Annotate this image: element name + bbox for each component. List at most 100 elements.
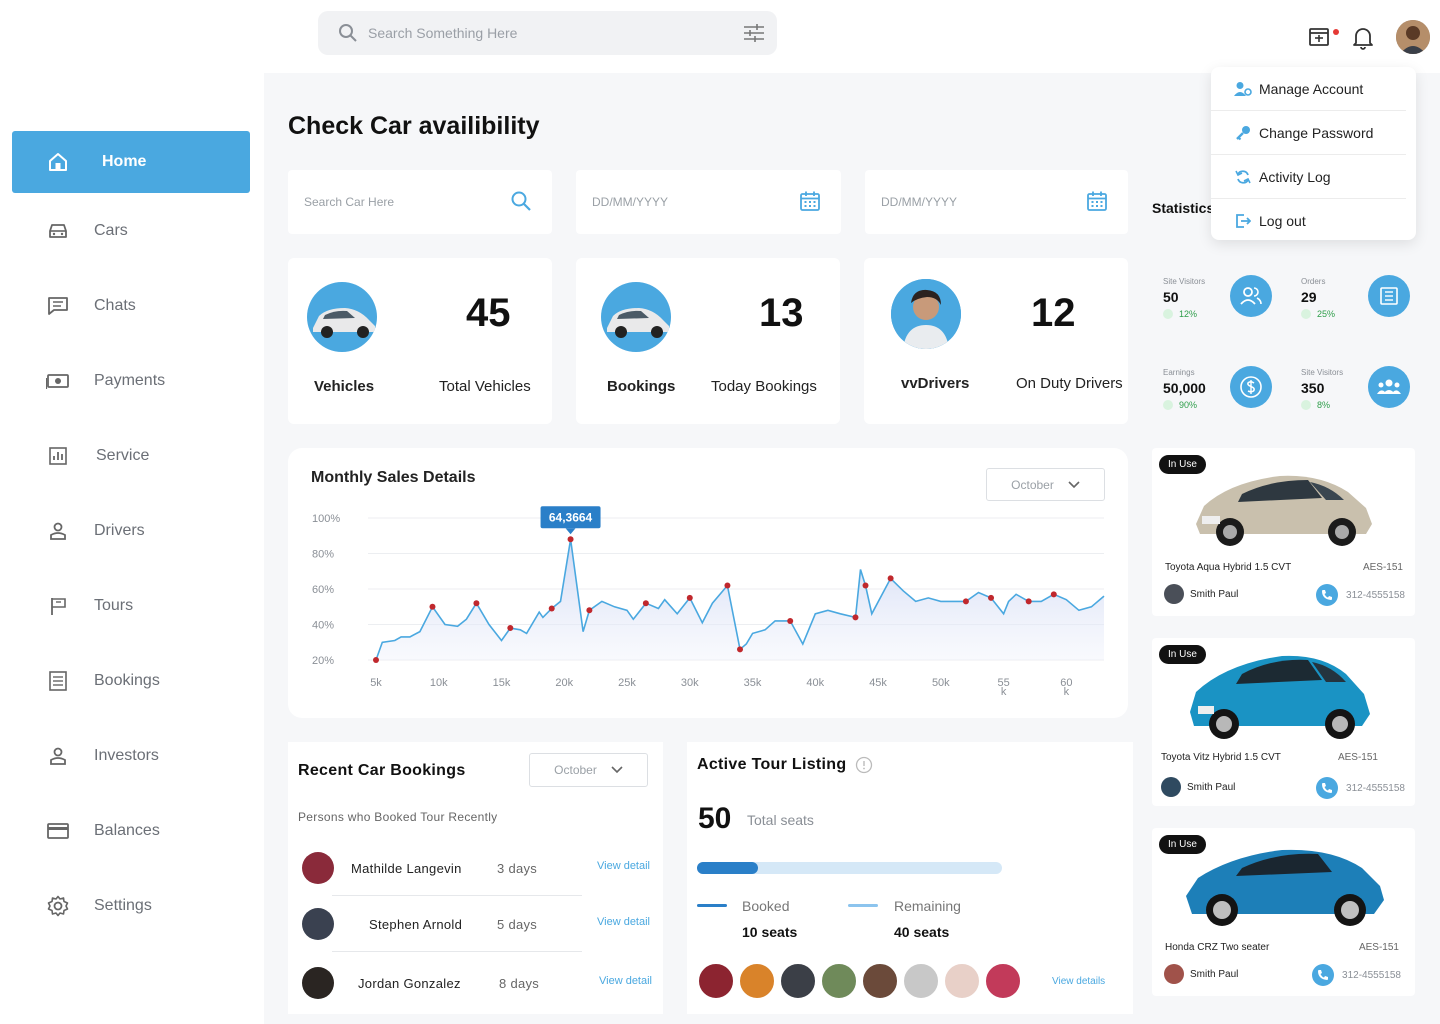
view-details-link[interactable]: View details bbox=[1052, 976, 1105, 987]
calendar-icon[interactable] bbox=[799, 190, 821, 217]
date-to-input[interactable]: DD/MM/YYYY bbox=[865, 170, 1128, 234]
data-point[interactable] bbox=[642, 600, 649, 607]
car-card[interactable]: In Use Honda CRZ Two seater AES-151 Smit… bbox=[1152, 828, 1415, 996]
seats-progress-bar bbox=[697, 862, 1002, 874]
sidebar-item-payments[interactable]: Payments bbox=[12, 350, 250, 412]
stat-card-bookings[interactable]: 13 Bookings Today Bookings bbox=[576, 258, 840, 424]
data-point[interactable] bbox=[548, 605, 555, 612]
data-point[interactable] bbox=[586, 607, 593, 614]
driver-photo bbox=[891, 279, 961, 349]
driver-info: Smith Paul bbox=[1161, 777, 1235, 797]
trend-up-icon bbox=[1301, 309, 1311, 319]
booking-row[interactable]: Stephen Arnold 5 days View detail bbox=[302, 902, 652, 952]
sidebar-item-investors[interactable]: Investors bbox=[12, 725, 250, 787]
view-detail-link[interactable]: View detail bbox=[597, 860, 650, 872]
view-detail-link[interactable]: View detail bbox=[597, 916, 650, 928]
menu-item-label: Activity Log bbox=[1259, 169, 1331, 185]
refresh-icon bbox=[1229, 169, 1257, 185]
data-point[interactable] bbox=[862, 582, 869, 589]
sidebar-item-home[interactable]: Home bbox=[12, 131, 250, 193]
filter-icon[interactable] bbox=[743, 23, 765, 48]
data-point[interactable] bbox=[507, 625, 514, 632]
bell-icon[interactable] bbox=[1352, 26, 1374, 55]
x-tick-label: 40k bbox=[806, 677, 824, 689]
booking-days: 3 days bbox=[497, 861, 538, 876]
sidebar-item-tours[interactable]: Tours bbox=[12, 575, 250, 637]
sidebar-item-bookings[interactable]: Bookings bbox=[12, 650, 250, 712]
data-point[interactable] bbox=[887, 575, 894, 582]
info-icon[interactable] bbox=[855, 756, 873, 779]
notes-icon[interactable] bbox=[1308, 26, 1342, 53]
sidebar-item-settings[interactable]: Settings bbox=[12, 875, 250, 937]
data-point[interactable] bbox=[852, 614, 859, 621]
tour-total-label: Total seats bbox=[747, 812, 814, 828]
data-point[interactable] bbox=[686, 594, 693, 601]
driver-phone[interactable]: 312-4555158 bbox=[1316, 584, 1405, 606]
data-point[interactable] bbox=[473, 600, 480, 607]
dropdown-value: October bbox=[554, 763, 597, 777]
menu-item-log-out[interactable]: Log out bbox=[1211, 199, 1416, 243]
sidebar-item-service[interactable]: Service bbox=[12, 425, 250, 487]
driver-phone[interactable]: 312-4555158 bbox=[1312, 964, 1401, 986]
car-plate: AES-151 bbox=[1337, 752, 1378, 763]
orders-icon bbox=[1368, 275, 1410, 317]
car-card[interactable]: In Use Toyota Aqua Hybrid 1.5 CVT AES-15… bbox=[1152, 448, 1415, 616]
sidebar-item-label: Settings bbox=[94, 897, 152, 914]
data-point[interactable] bbox=[429, 603, 436, 610]
view-detail-link[interactable]: View detail bbox=[599, 975, 652, 987]
user-icon bbox=[28, 522, 88, 540]
car-plate: AES-151 bbox=[1358, 942, 1399, 953]
avatar bbox=[902, 962, 940, 1000]
data-point[interactable] bbox=[724, 582, 731, 589]
user-avatar[interactable] bbox=[1396, 20, 1430, 54]
data-point[interactable] bbox=[737, 646, 743, 653]
x-tick-label: 35k bbox=[744, 677, 762, 689]
recent-bookings-card: Recent Car Bookings October Persons who … bbox=[288, 742, 663, 1014]
sidebar-item-chats[interactable]: Chats bbox=[12, 275, 250, 337]
date-from-input[interactable]: DD/MM/YYYY bbox=[576, 170, 841, 234]
sidebar-item-cars[interactable]: Cars bbox=[12, 200, 250, 262]
avatar bbox=[697, 962, 735, 1000]
card-icon bbox=[28, 822, 88, 840]
calendar-icon[interactable] bbox=[1086, 190, 1108, 217]
stat-card-drivers[interactable]: 12 vvDrivers On Duty Drivers bbox=[864, 258, 1128, 424]
trend-up-icon bbox=[1163, 309, 1173, 319]
y-tick-label: 80% bbox=[312, 549, 334, 561]
search-placeholder: Search Something Here bbox=[368, 25, 518, 41]
menu-item-manage-account[interactable]: Manage Account bbox=[1211, 67, 1416, 111]
car-search-input[interactable]: Search Car Here bbox=[288, 170, 552, 234]
y-tick-label: 100% bbox=[312, 513, 340, 525]
data-point[interactable] bbox=[962, 598, 969, 605]
avatar bbox=[943, 962, 981, 1000]
remaining-value: 40 seats bbox=[894, 924, 950, 940]
data-point[interactable] bbox=[988, 594, 995, 601]
stat-site-visitors-2: Site Visitors 350 8% bbox=[1301, 368, 1431, 410]
sidebar-item-label: Bookings bbox=[94, 672, 160, 689]
data-point[interactable] bbox=[373, 657, 379, 663]
chart-month-dropdown[interactable]: October bbox=[986, 468, 1105, 501]
sidebar-item-label: Drivers bbox=[94, 522, 145, 539]
tour-total: 50 bbox=[698, 802, 732, 835]
data-point[interactable] bbox=[1025, 598, 1032, 605]
booking-row[interactable]: Mathilde Langevin 3 days View detail bbox=[302, 846, 652, 896]
data-point[interactable] bbox=[1050, 591, 1057, 598]
sidebar-item-drivers[interactable]: Drivers bbox=[12, 500, 250, 562]
booking-row[interactable]: Jordan Gonzalez 8 days View detail bbox=[302, 961, 652, 1011]
driver-phone[interactable]: 312-4555158 bbox=[1316, 777, 1405, 799]
data-point[interactable] bbox=[787, 617, 794, 624]
sidebar-item-label: Chats bbox=[94, 297, 136, 314]
user-icon bbox=[28, 747, 88, 765]
menu-item-activity-log[interactable]: Activity Log bbox=[1211, 155, 1416, 199]
sales-area-chart[interactable]: 100% 80% 60% 40% 20% 5k 10k 15k 20k 25k 30k 35k 40k 4… bbox=[288, 498, 1128, 718]
menu-item-change-password[interactable]: Change Password bbox=[1211, 111, 1416, 155]
stat-card-vehicles[interactable]: 45 Vehicles Total Vehicles bbox=[288, 258, 552, 424]
sidebar-item-balances[interactable]: Balances bbox=[12, 800, 250, 862]
phone-number: 312-4555158 bbox=[1346, 589, 1405, 601]
global-search-bar[interactable]: Search Something Here bbox=[318, 11, 777, 55]
bookings-month-dropdown[interactable]: October bbox=[529, 753, 648, 787]
data-point[interactable] bbox=[567, 536, 574, 543]
seats-progress-fill bbox=[697, 862, 758, 874]
car-image bbox=[1186, 849, 1384, 926]
car-card[interactable]: In Use Toyota Vitz Hybrid 1.5 CVT AES-15… bbox=[1152, 638, 1415, 806]
booking-days: 5 days bbox=[497, 917, 538, 932]
